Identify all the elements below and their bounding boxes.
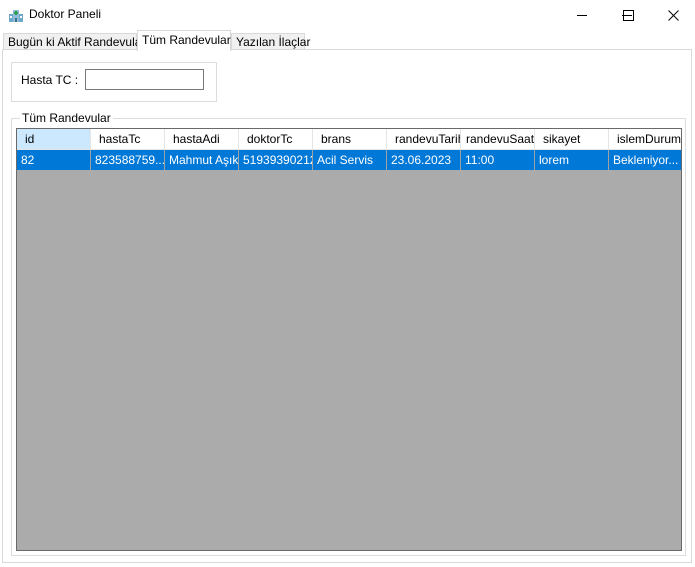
column-header-brans[interactable]: brans [313,129,387,150]
maximize-icon [622,9,634,21]
doktor-paneli-window: Doktor Paneli Bugün ki Aktif Randevular … [0,0,695,567]
column-header-id[interactable]: id [17,129,91,150]
minimize-icon [577,15,587,16]
cell-hastaadi[interactable]: Mahmut Aşık [165,150,239,170]
column-header-hastatc[interactable]: hastaTc [91,129,165,150]
cell-islemdurumu[interactable]: Bekleniyor... [609,150,681,170]
hospital-icon [9,10,23,22]
tab-label: Bugün ki Aktif Randevular [8,35,146,49]
cell-hastatc[interactable]: 823588759... [91,150,165,170]
tab-prescribed-medications[interactable]: Yazılan İlaçlar [231,33,310,50]
tab-all-appointments[interactable]: Tüm Randevular [137,30,231,51]
column-header-islemdurumu[interactable]: islemDurumu [609,129,681,150]
cell-id[interactable]: 82 [17,150,91,170]
hasta-tc-label: Hasta TC : [21,73,79,87]
cell-doktortc[interactable]: 51939390212 [239,150,313,170]
column-header-randevutarihi[interactable]: randevuTarihi [387,129,461,150]
groupbox-title: Tüm Randevular [20,111,113,125]
column-header-hastaadi[interactable]: hastaAdi [165,129,239,150]
minimize-button-real[interactable] [559,0,605,30]
title-bar[interactable]: Doktor Paneli [0,0,695,30]
cell-sikayet[interactable]: lorem [535,150,609,170]
close-button[interactable] [650,0,695,30]
hasta-tc-input[interactable] [85,69,204,90]
window-title: Doktor Paneli [29,7,102,21]
column-header-randevusaati[interactable]: randevuSaati [461,129,535,150]
tab-label: Yazılan İlaçlar [236,35,311,49]
cell-brans[interactable]: Acil Servis [313,150,387,170]
cell-randevutarihi[interactable]: 23.06.2023 [387,150,461,170]
tab-active-appointments-today[interactable]: Bugün ki Aktif Randevular [3,33,145,50]
tab-strip: Bugün ki Aktif Randevular Tüm Randevular… [0,30,695,51]
column-header-doktortc[interactable]: doktorTc [239,129,313,150]
appointments-grid[interactable]: id hastaTc hastaAdi doktorTc brans rande… [16,128,682,551]
tab-label: Tüm Randevular [142,33,231,47]
grid-header: id hastaTc hastaAdi doktorTc brans rande… [17,129,681,150]
table-row[interactable]: 82 823588759... Mahmut Aşık 51939390212 … [17,150,681,170]
cell-randevusaati[interactable]: 11:00 [461,150,535,170]
close-icon [667,9,679,21]
column-header-sikayet[interactable]: sikayet [535,129,609,150]
maximize-button[interactable] [605,0,651,30]
